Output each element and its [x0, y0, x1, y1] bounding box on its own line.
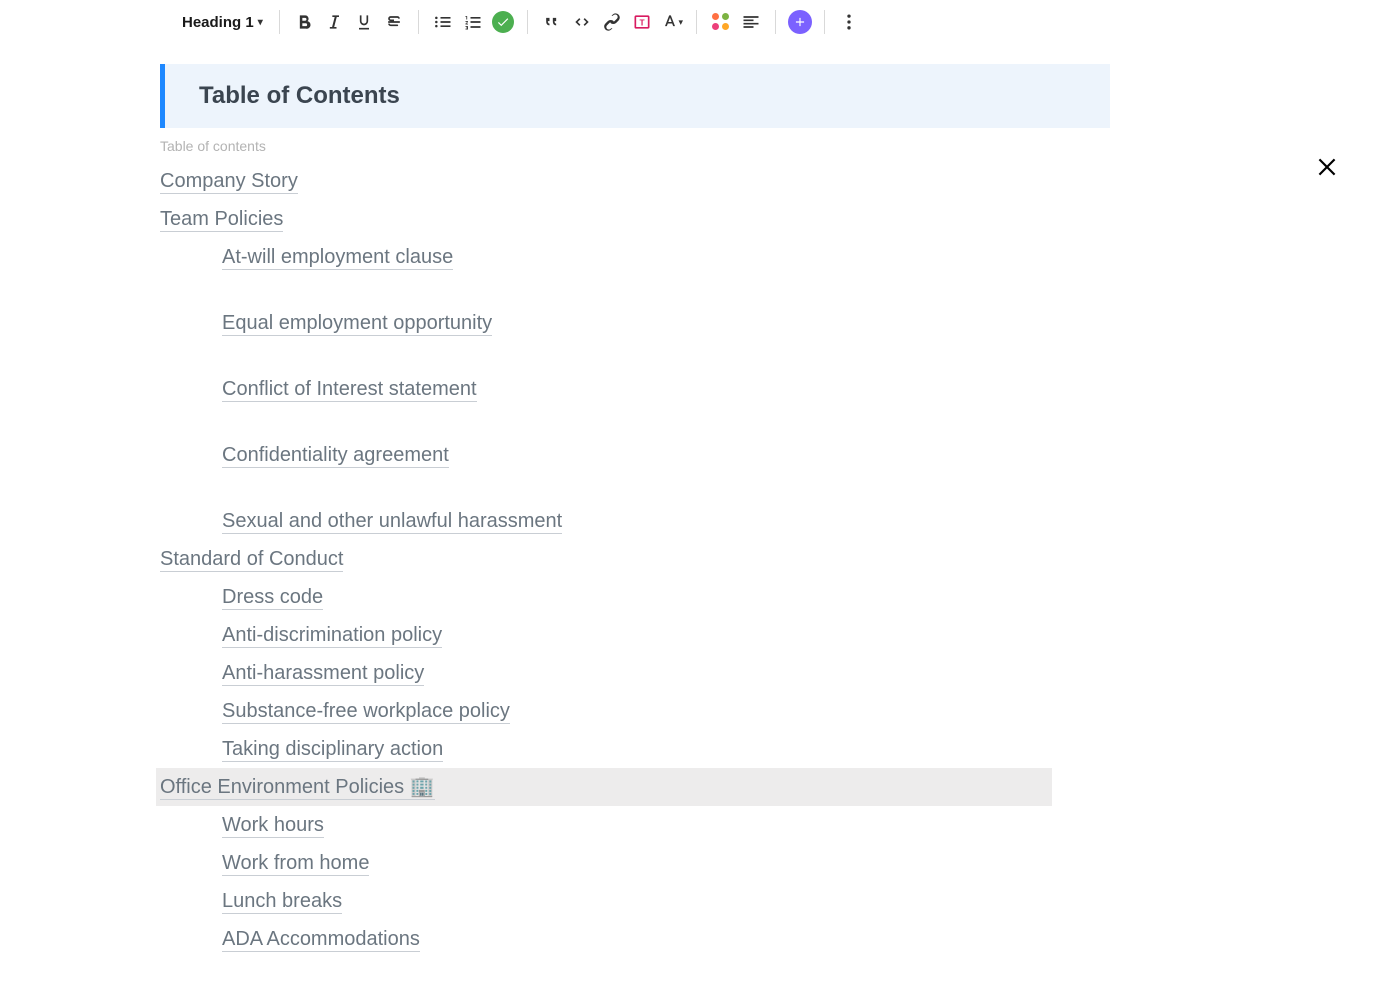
editor-toolbar: Heading 1 ▾ T ▾	[0, 0, 1400, 44]
toc-link[interactable]: Confidentiality agreement	[160, 436, 1110, 474]
toc-link-text: Equal employment opportunity	[222, 312, 492, 336]
italic-icon	[324, 12, 344, 32]
checklist-icon	[492, 11, 514, 33]
checklist-button[interactable]	[489, 8, 517, 36]
strikethrough-button[interactable]	[380, 8, 408, 36]
toc-link-text: Standard of Conduct	[160, 548, 343, 572]
text-color-icon	[660, 12, 680, 32]
toc-link-text: Anti-discrimination policy	[222, 624, 442, 648]
toolbar-separator	[418, 10, 419, 34]
toc-link[interactable]: Work from home	[160, 844, 1110, 882]
close-button[interactable]	[1314, 154, 1340, 185]
toolbar-separator	[775, 10, 776, 34]
bullet-list-button[interactable]	[429, 8, 457, 36]
numbered-list-button[interactable]	[459, 8, 487, 36]
toc-link-text: Taking disciplinary action	[222, 738, 443, 762]
toc-link-text: At-will employment clause	[222, 246, 453, 270]
toc-link[interactable]: Anti-discrimination policy	[160, 616, 1110, 654]
svg-text:T: T	[639, 17, 644, 27]
heading-style-label: Heading 1	[182, 14, 254, 31]
toc-link[interactable]: At-will employment clause	[160, 238, 1110, 276]
toolbar-separator	[279, 10, 280, 34]
numbered-list-icon	[463, 12, 483, 32]
bullet-list-icon	[433, 12, 453, 32]
toc-type-label: Table of contents	[160, 138, 1400, 154]
more-vertical-icon	[839, 12, 859, 32]
toc-link[interactable]: Anti-harassment policy	[160, 654, 1110, 692]
align-left-icon	[741, 12, 761, 32]
toc-link[interactable]: Office Environment Policies 🏢	[156, 768, 1052, 806]
toc-link-text: Dress code	[222, 586, 323, 610]
toc-link[interactable]: Taking disciplinary action	[160, 730, 1110, 768]
quote-button[interactable]	[538, 8, 566, 36]
underline-button[interactable]	[350, 8, 378, 36]
toolbar-separator	[824, 10, 825, 34]
highlight-color-icon	[712, 13, 730, 31]
toc-link[interactable]: Dress code	[160, 578, 1110, 616]
toolbar-separator	[696, 10, 697, 34]
toc-link[interactable]: Lunch breaks	[160, 882, 1110, 920]
toc-container: Company Story Team Policies At-will employ…	[160, 162, 1110, 958]
insert-button[interactable]	[786, 8, 814, 36]
heading-style-selector[interactable]: Heading 1 ▾	[176, 10, 269, 35]
toc-link-text: ADA Accommodations	[222, 928, 420, 952]
underline-icon	[354, 12, 374, 32]
link-button[interactable]	[598, 8, 626, 36]
chevron-down-icon: ▾	[678, 17, 683, 28]
toc-block-header[interactable]: Table of Contents	[160, 64, 1110, 128]
strikethrough-icon	[384, 12, 404, 32]
align-button[interactable]	[737, 8, 765, 36]
toc-link[interactable]: Work hours	[160, 806, 1110, 844]
bold-icon	[294, 12, 314, 32]
code-button[interactable]	[568, 8, 596, 36]
toc-link[interactable]: Sexual and other unlawful harassment	[160, 502, 1110, 540]
toc-link-text: Conflict of Interest statement	[222, 378, 477, 402]
text-color-button[interactable]: ▾	[658, 8, 686, 36]
toc-link-text: Team Policies	[160, 208, 283, 232]
toc-link[interactable]: Equal employment opportunity	[160, 304, 1110, 342]
close-icon	[1314, 154, 1340, 180]
bold-button[interactable]	[290, 8, 318, 36]
toc-link[interactable]: Standard of Conduct	[160, 540, 1110, 578]
toc-link-text: Sexual and other unlawful harassment	[222, 510, 562, 534]
toolbar-separator	[527, 10, 528, 34]
toc-title: Table of Contents	[199, 82, 1076, 110]
toc-link[interactable]: Team Policies	[160, 200, 1110, 238]
toc-link-text: Office Environment Policies 🏢	[160, 776, 435, 800]
toc-list: Company Story Team Policies At-will employ…	[160, 162, 1110, 958]
toc-link[interactable]: ADA Accommodations	[160, 920, 1110, 958]
toc-link-text: Lunch breaks	[222, 890, 342, 914]
toc-link-text: Work hours	[222, 814, 324, 838]
toc-link[interactable]: Company Story	[160, 162, 1110, 200]
toc-link-text: Anti-harassment policy	[222, 662, 424, 686]
plus-circle-icon	[788, 10, 812, 34]
code-icon	[572, 12, 592, 32]
callout-icon: T	[632, 12, 652, 32]
toc-link-text: Company Story	[160, 170, 298, 194]
more-options-button[interactable]	[835, 8, 863, 36]
toc-link-text: Confidentiality agreement	[222, 444, 449, 468]
toc-link-text: Work from home	[222, 852, 369, 876]
italic-button[interactable]	[320, 8, 348, 36]
toc-link[interactable]: Substance-free workplace policy	[160, 692, 1110, 730]
toc-link-text: Substance-free workplace policy	[222, 700, 510, 724]
callout-button[interactable]: T	[628, 8, 656, 36]
chevron-down-icon: ▾	[258, 17, 263, 28]
highlight-button[interactable]	[707, 8, 735, 36]
toc-link[interactable]: Conflict of Interest statement	[160, 370, 1110, 408]
quote-icon	[542, 12, 562, 32]
link-icon	[602, 12, 622, 32]
